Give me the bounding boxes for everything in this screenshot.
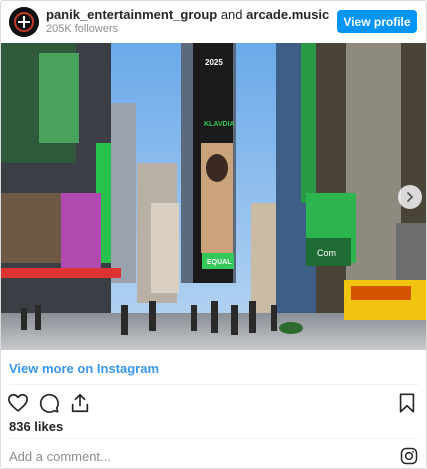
add-comment-input[interactable]: Add a comment... [9, 449, 111, 464]
collaborator-link[interactable]: arcade.music [246, 7, 329, 22]
instagram-embed: panik_entertainment_group and arcade.mus… [0, 0, 427, 469]
profile-avatar[interactable] [9, 7, 39, 37]
likes-count[interactable]: 836 likes [9, 419, 63, 434]
next-slide-button[interactable] [398, 185, 422, 209]
divider [9, 438, 418, 439]
connector-text: and [220, 7, 243, 22]
instagram-logo[interactable] [400, 447, 418, 465]
share-button[interactable] [69, 392, 91, 414]
avatar-logo-icon [9, 7, 39, 37]
sign-com-text: Com [317, 248, 336, 258]
action-bar [7, 392, 418, 414]
billboard-year-text: 2025 [205, 58, 223, 67]
followers-count: 205K followers [46, 23, 119, 35]
bookmark-icon [399, 393, 415, 413]
share-icon [71, 393, 89, 413]
billboard-brand-text: KLAVDIA [204, 121, 235, 128]
instagram-icon [400, 447, 418, 465]
like-button[interactable] [7, 392, 29, 414]
view-profile-button[interactable]: View profile [337, 10, 417, 33]
view-more-link[interactable]: View more on Instagram [9, 361, 159, 376]
times-square-photo: 2025 KLAVDIA EQUAL Com [1, 43, 426, 350]
comment-icon [39, 393, 59, 413]
billboard-tag-text: EQUAL [207, 259, 232, 266]
post-header: panik_entertainment_group and arcade.mus… [1, 1, 426, 43]
username-link[interactable]: panik_entertainment_group [46, 7, 217, 22]
heart-icon [8, 393, 28, 412]
divider [9, 384, 418, 385]
comment-button[interactable] [38, 392, 60, 414]
chevron-right-icon [407, 192, 413, 202]
post-photo[interactable]: 2025 KLAVDIA EQUAL Com [1, 43, 426, 350]
save-button[interactable] [396, 392, 418, 414]
user-info: panik_entertainment_group and arcade.mus… [46, 7, 329, 37]
